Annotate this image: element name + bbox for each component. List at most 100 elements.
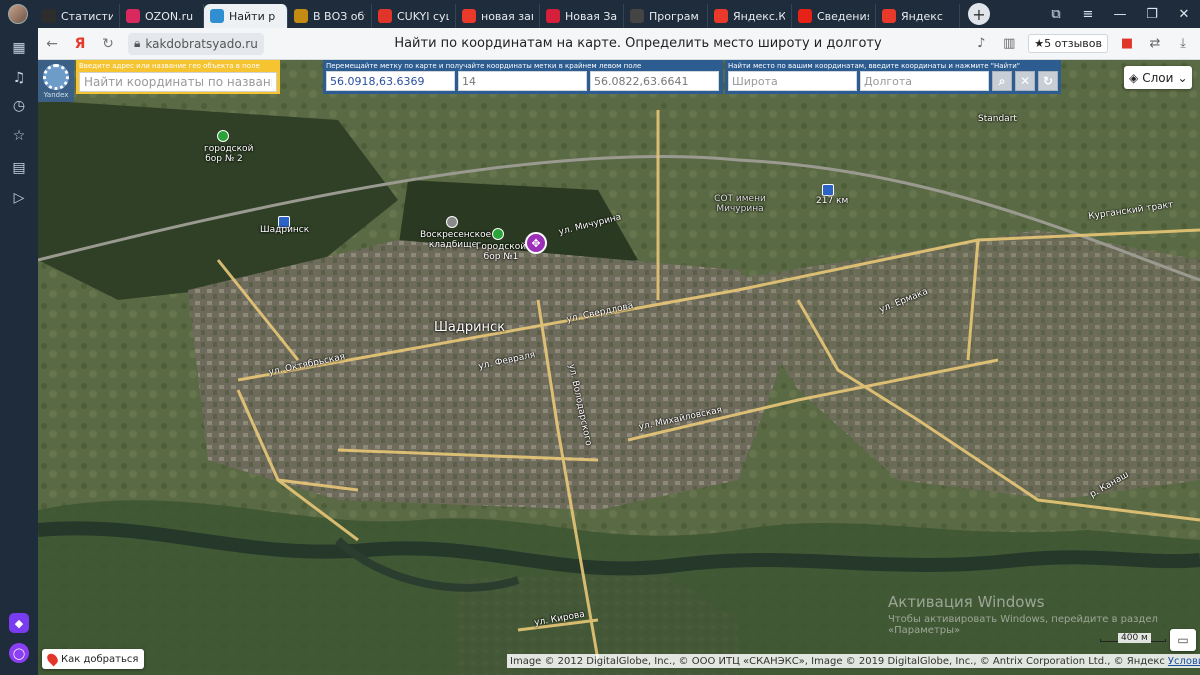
flag-icon — [294, 9, 308, 23]
minimize-icon[interactable]: — — [1104, 0, 1136, 28]
screen: Статистик OZON.ru - Найти р В ВОЗ объ CUKYI … — [0, 0, 1200, 675]
avatar — [8, 4, 28, 24]
terms-link[interactable]: Условия использования — [1168, 656, 1200, 667]
park-icon[interactable] — [492, 228, 504, 240]
tab-label: Статистик — [61, 9, 113, 23]
plus-icon — [42, 9, 56, 23]
search-button[interactable]: ⌕ — [992, 71, 1012, 91]
tab-label: В ВОЗ объ — [313, 9, 365, 23]
tab-0[interactable]: Статистик — [36, 4, 120, 28]
tab-8[interactable]: Яндекс.Ко — [708, 4, 792, 28]
address-actions: ♪ ▥ ★5 отзывов ■ ⇄ ⤓ — [972, 34, 1192, 53]
hamburger-menu-icon[interactable]: ≡ — [1072, 0, 1104, 28]
close-icon[interactable]: ✕ — [1168, 0, 1200, 28]
tab-2[interactable]: Найти р — [204, 4, 288, 28]
profile-button[interactable] — [0, 0, 36, 28]
find-by-coords-panel: Найти место по вашим координатам, введит… — [725, 60, 1061, 94]
map-label-city: Шадринск — [434, 320, 506, 335]
opera-icon — [546, 9, 560, 23]
tab-9[interactable]: Сведения — [792, 4, 876, 28]
map-label-bor2: городской бор № 2 — [204, 144, 254, 164]
new-tab-button[interactable]: + — [968, 3, 990, 25]
tab-label: OZON.ru - — [145, 9, 197, 23]
layers-icon: ◈ — [1129, 70, 1139, 85]
tab-5[interactable]: новая зав — [456, 4, 540, 28]
collections-icon — [714, 9, 728, 23]
park-icon[interactable] — [217, 130, 229, 142]
tab-label: Яндекс — [901, 9, 943, 23]
place-search-input[interactable] — [79, 72, 277, 92]
youtube-icon — [798, 9, 812, 23]
marker-coords-field[interactable] — [326, 71, 455, 91]
play-icon[interactable]: ▷ — [9, 188, 29, 208]
close-icon: ✕ — [1019, 74, 1031, 88]
tab-7[interactable]: Програм — [624, 4, 708, 28]
draggable-marker[interactable]: ✥ — [525, 232, 547, 262]
station-icon[interactable] — [822, 184, 834, 196]
tab-10[interactable]: Яндекс — [876, 4, 960, 28]
layers-button[interactable]: ◈ Слои ⌄ — [1124, 66, 1192, 89]
ozon-icon — [126, 9, 140, 23]
tab-3[interactable]: В ВОЗ объ — [288, 4, 372, 28]
tab-label: Яндекс.Ко — [733, 9, 785, 23]
ruler-button[interactable]: ▭ — [1170, 629, 1196, 651]
move-icon: ✥ — [525, 232, 547, 254]
ruler-icon: ▭ — [1177, 633, 1189, 647]
tab-label: Найти р — [229, 9, 276, 23]
reader-icon[interactable]: ▥ — [1000, 36, 1018, 51]
zoom-field[interactable] — [458, 71, 587, 91]
star-icon[interactable]: ☆ — [9, 126, 29, 146]
tab-6[interactable]: Новая Зав — [540, 4, 624, 28]
messenger-icon[interactable]: ◆ — [9, 613, 29, 633]
bell-icon[interactable]: ♫ — [9, 68, 29, 88]
map-label-standart: Standart — [978, 114, 1017, 124]
map-pin-icon — [45, 651, 60, 667]
address-bar: ← Я ↻ 🔒︎ kakdobratsyado.ru Найти по коор… — [38, 28, 1200, 60]
url-field[interactable]: 🔒︎ kakdobratsyado.ru — [128, 32, 264, 55]
notes-icon[interactable]: ▤ — [9, 158, 29, 178]
url-text: kakdobratsyado.ru — [145, 36, 258, 51]
tab-label: Сведения — [817, 9, 869, 23]
translate-icon[interactable]: ⇄ — [1146, 36, 1164, 51]
headphones-icon[interactable]: ♪ — [972, 36, 990, 51]
tab-label: CUKYI суш — [397, 9, 449, 23]
layers-label: Слои — [1142, 70, 1174, 85]
route-button[interactable]: Как добраться — [42, 649, 145, 669]
logo-text: Yandex — [43, 90, 69, 99]
clear-button[interactable]: ✕ — [1015, 71, 1035, 91]
refresh-icon: ↻ — [1042, 74, 1054, 88]
map-label-sot: СОТ имени Мичурина — [714, 194, 766, 214]
longitude-input[interactable] — [860, 71, 989, 91]
reload-icon[interactable]: ↻ — [94, 30, 122, 58]
center-coords-field[interactable] — [590, 71, 719, 91]
bookmark-icon[interactable]: ■ — [1118, 36, 1136, 51]
map-label-217km: 217 км — [816, 196, 849, 206]
reviews-badge[interactable]: ★5 отзывов — [1028, 34, 1108, 53]
tab-1[interactable]: OZON.ru - — [120, 4, 204, 28]
refresh-button[interactable]: ↻ — [1038, 71, 1058, 91]
alice-icon[interactable]: ◯ — [9, 643, 29, 663]
browser-tab-strip: Статистик OZON.ru - Найти р В ВОЗ объ CUKYI … — [0, 0, 1200, 28]
clock-icon[interactable]: ◷ — [9, 96, 29, 116]
map-copyright: Image © 2012 DigitalGlobe, Inc., © ООО И… — [507, 654, 1200, 668]
map-label-station: Шадринск — [260, 225, 310, 235]
yandex-icon[interactable]: Я — [66, 30, 94, 58]
mail-icon — [378, 9, 392, 23]
download-icon[interactable]: ⤓ — [1174, 36, 1192, 51]
tabs-menu-icon[interactable]: ⧉ — [1040, 0, 1072, 28]
tab-4[interactable]: CUKYI суш — [372, 4, 456, 28]
page-title: Найти по координатам на карте. Определит… — [394, 36, 882, 51]
window-controls: ⧉ ≡ — ❐ ✕ — [1040, 0, 1200, 28]
latitude-input[interactable] — [728, 71, 857, 91]
browser-sidebar: ▦ ♫ ◷ ☆ ▤ ▷ ◆ ◯ — [0, 28, 38, 675]
map-view[interactable]: городской бор № 2 Воскресенское кладбище… — [38, 60, 1200, 675]
back-icon[interactable]: ← — [38, 30, 66, 58]
restore-icon[interactable]: ❐ — [1136, 0, 1168, 28]
grid-icon[interactable]: ▦ — [9, 38, 29, 58]
scale-bar: 400 м — [1100, 633, 1166, 646]
yandex-logo[interactable]: Yandex — [38, 60, 74, 102]
logo-sun-icon — [43, 63, 69, 90]
find-hint: Найти место по вашим координатам, введит… — [728, 62, 1020, 70]
cemetery-icon[interactable] — [446, 216, 458, 228]
tab-label: новая зав — [481, 9, 533, 23]
